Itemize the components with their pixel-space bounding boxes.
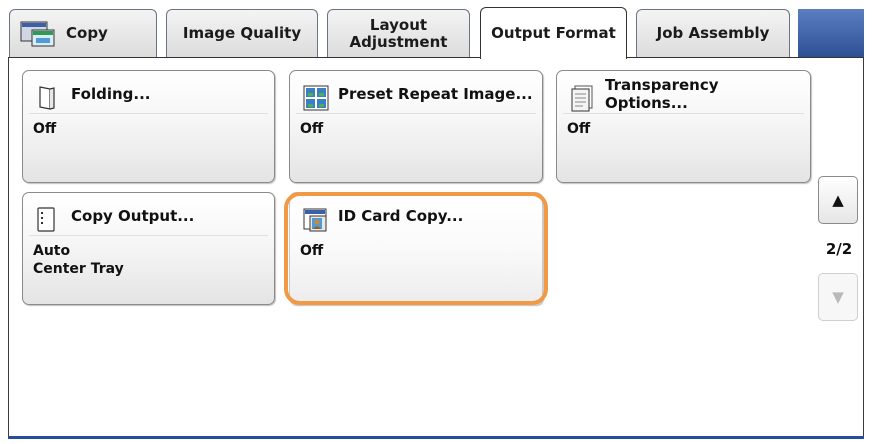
folding-page-icon	[36, 85, 58, 111]
preset-repeat-image-button[interactable]: Preset Repeat Image... Off	[289, 70, 543, 183]
tab-layout-adjustment-label: Layout Adjustment	[349, 15, 448, 51]
transparency-sheet-icon	[570, 85, 593, 112]
copy-output-value: Auto Center Tray	[33, 242, 124, 278]
tab-job-assembly-label: Job Assembly	[656, 24, 770, 42]
scroll-down-button[interactable]: ▼	[818, 273, 858, 321]
id-card-copy-title: ID Card Copy...	[338, 207, 464, 225]
tab-image-quality-label: Image Quality	[182, 24, 302, 42]
page-indicator: 2/2	[825, 240, 853, 258]
copy-output-button[interactable]: Copy Output... Auto Center Tray	[22, 192, 275, 305]
triangle-down-icon: ▼	[832, 288, 844, 306]
id-card-copy-button[interactable]: ID Card Copy... Off	[289, 192, 543, 305]
panel-bottom-bar	[8, 436, 864, 439]
tab-image-quality[interactable]: Image Quality	[166, 9, 318, 57]
preset-repeat-image-value-text: Off	[300, 121, 324, 137]
copy-output-icon	[36, 207, 58, 233]
transparency-options-button[interactable]: Transparency Options... Off	[556, 70, 811, 183]
tab-copy-label: Copy	[66, 24, 108, 42]
preset-repeat-image-value: Off	[300, 120, 323, 138]
divider	[563, 113, 804, 114]
folding-value-text: Off	[33, 121, 57, 137]
tab-job-assembly[interactable]: Job Assembly	[636, 9, 790, 57]
triangle-up-icon: ▲	[832, 191, 844, 209]
id-card-icon	[303, 207, 327, 233]
copy-output-title: Copy Output...	[71, 207, 195, 225]
folding-value: Off	[33, 120, 56, 138]
id-card-copy-value: Off	[300, 242, 323, 260]
tab-layout-adjustment[interactable]: Layout Adjustment	[327, 9, 470, 57]
divider	[296, 113, 536, 114]
tab-bar-filler	[798, 9, 864, 57]
divider	[29, 235, 268, 236]
transparency-options-value: Off	[567, 120, 590, 138]
copy-output-value-line1: Auto	[33, 243, 71, 259]
scroll-up-button[interactable]: ▲	[818, 176, 858, 224]
copy-icon	[20, 21, 56, 47]
copy-output-value-line2: Center Tray	[33, 261, 124, 277]
tab-copy[interactable]: Copy	[9, 9, 157, 57]
folding-title: Folding...	[71, 85, 151, 103]
tab-output-format-label: Output Format	[491, 24, 616, 42]
id-card-copy-value-text: Off	[300, 243, 324, 259]
divider	[29, 113, 268, 114]
preset-repeat-image-icon	[303, 85, 329, 111]
tab-output-format[interactable]: Output Format	[480, 7, 627, 59]
tab-bar: Copy Image Quality Layout Adjustment Out…	[0, 0, 872, 59]
transparency-options-title: Transparency Options...	[605, 76, 719, 112]
folding-button[interactable]: Folding... Off	[22, 70, 275, 183]
preset-repeat-image-title: Preset Repeat Image...	[338, 85, 533, 103]
transparency-options-value-text: Off	[567, 121, 591, 137]
